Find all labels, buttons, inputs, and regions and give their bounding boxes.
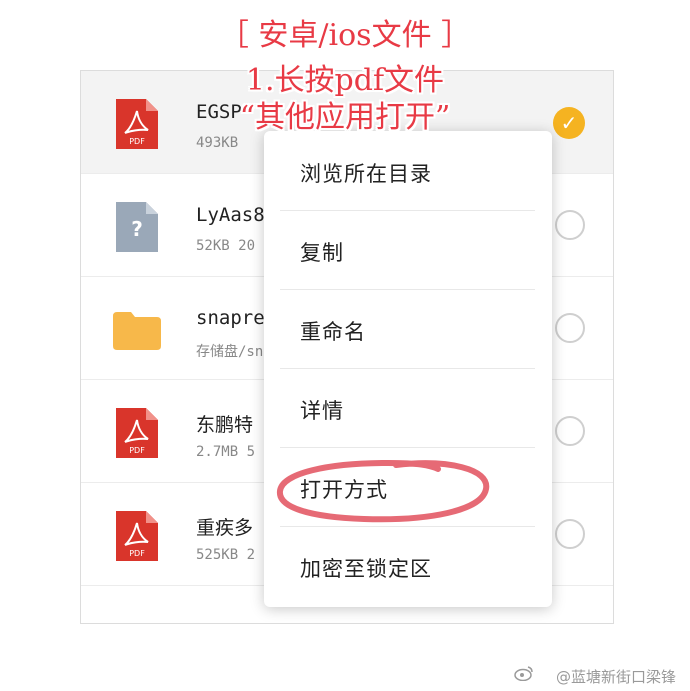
pdf-badge-text: PDF — [129, 137, 145, 146]
menu-item-label: 复制 — [300, 241, 344, 265]
annotation-circle — [276, 459, 490, 523]
select-radio[interactable] — [555, 519, 585, 549]
file-meta: 525KB 2 — [196, 547, 256, 563]
pdf-badge-text: PDF — [129, 549, 145, 558]
file-meta: 2.7MB 5 — [196, 444, 256, 460]
file-name: 重疾多 — [196, 517, 254, 539]
select-radio[interactable] — [555, 416, 585, 446]
menu-item-encrypt-to-locked-area[interactable]: 加密至锁定区 — [280, 527, 535, 606]
menu-item-browse-directory[interactable]: 浏览所在目录 — [280, 132, 535, 211]
select-radio[interactable] — [555, 210, 585, 240]
select-radio[interactable] — [555, 313, 585, 343]
overlay-title-line-3: “其他应用打开” — [239, 100, 451, 135]
pdf-file-icon: PDF — [116, 408, 158, 458]
unknown-file-icon: ? — [116, 202, 158, 252]
file-meta: 52KB 20 — [196, 238, 256, 254]
weibo-icon — [514, 666, 533, 681]
file-name: LyAas8 — [196, 204, 265, 226]
menu-item-label: 重命名 — [300, 320, 366, 344]
pdf-badge-text: PDF — [129, 446, 145, 455]
file-meta: 493KB — [196, 135, 239, 151]
file-meta: 存储盘/sn — [196, 344, 264, 360]
menu-item-details[interactable]: 详情 — [280, 369, 535, 448]
menu-item-label: 加密至锁定区 — [300, 557, 432, 581]
menu-item-label: 详情 — [300, 399, 344, 423]
menu-item-rename[interactable]: 重命名 — [280, 290, 535, 369]
overlay-title-line-1: ［ 安卓/ios文件 ］ — [218, 18, 472, 53]
watermark-text: @蓝塘新街口梁锋 — [555, 668, 676, 686]
menu-item-label: 浏览所在目录 — [300, 162, 432, 186]
folder-icon — [113, 312, 161, 350]
pdf-file-icon: PDF — [116, 511, 158, 561]
menu-item-copy[interactable]: 复制 — [280, 211, 535, 290]
context-menu: 浏览所在目录 复制 重命名 详情 打开方式 加密至锁定区 — [264, 131, 552, 607]
svg-text:?: ? — [131, 217, 143, 241]
file-name: 东鹏特 — [196, 414, 254, 436]
